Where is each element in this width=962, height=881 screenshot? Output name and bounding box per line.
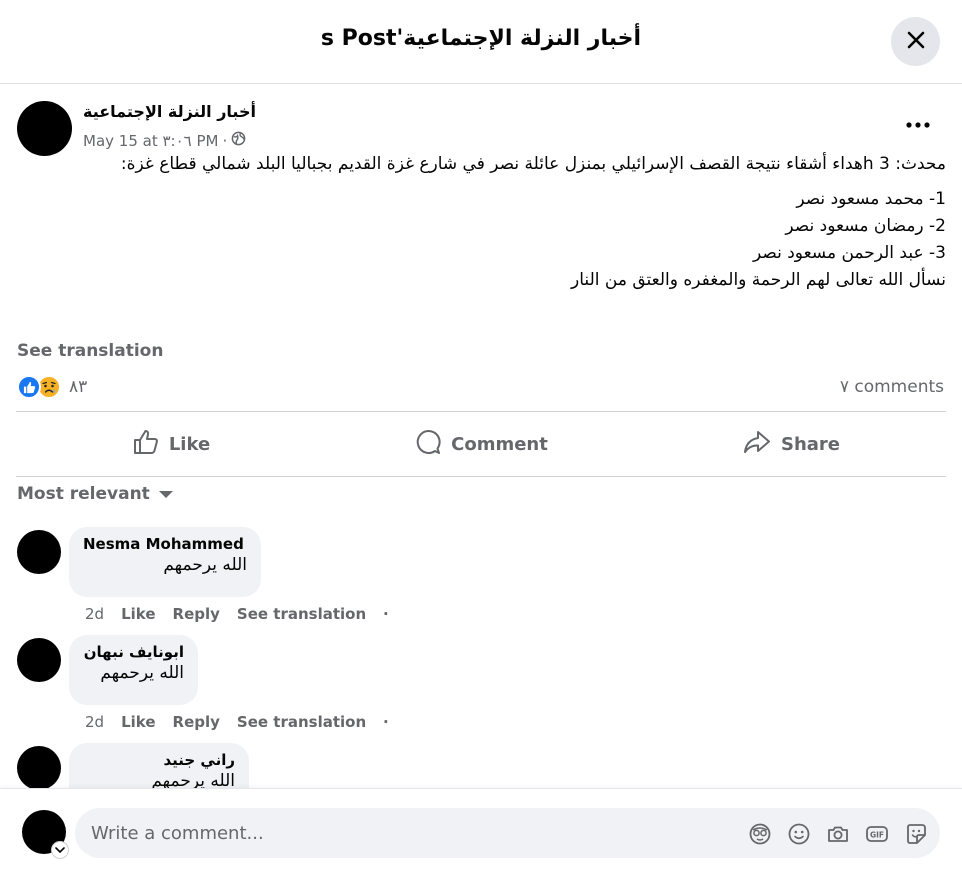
- see-translation-link[interactable]: See translation: [17, 341, 163, 361]
- avatar-sticker-icon[interactable]: [748, 822, 772, 846]
- comment-button[interactable]: Comment: [326, 413, 636, 475]
- gif-icon[interactable]: GIF: [865, 822, 889, 846]
- commenter-avatar[interactable]: [17, 638, 61, 682]
- dialog-header: أخبار النزلة الإجتماعية's Post: [0, 0, 962, 84]
- post-paragraph: محدث: 3 hهداء أشقاء نتيجة القصف الإسرائي…: [120, 154, 946, 174]
- divider: [16, 411, 946, 412]
- share-arrow-icon: [742, 428, 772, 461]
- commenter-name[interactable]: Nesma Mohammed: [83, 535, 247, 553]
- comment-reply-button[interactable]: Reply: [173, 605, 220, 623]
- like-button[interactable]: Like: [16, 413, 326, 475]
- caret-down-icon: [158, 484, 173, 504]
- comment-like-button[interactable]: Like: [121, 713, 155, 731]
- comment-bubble: Nesma Mohammed الله يرحمهم: [69, 527, 261, 597]
- like-reaction-icon: [17, 375, 41, 399]
- comment-time[interactable]: 2d: [85, 605, 104, 623]
- like-label: Like: [168, 433, 211, 455]
- more-options-button[interactable]: [905, 114, 937, 134]
- share-button[interactable]: Share: [636, 413, 946, 475]
- globe-icon: [231, 131, 246, 150]
- camera-icon[interactable]: [826, 822, 850, 846]
- share-label: Share: [780, 433, 840, 455]
- divider: [16, 476, 946, 477]
- comments-count-link[interactable]: ٧ comments: [840, 377, 944, 397]
- post-meta: May 15 at ٣:٠٦ PM ·: [83, 131, 246, 150]
- commenter-name[interactable]: ابونايف نبهان: [83, 643, 184, 661]
- commenter-avatar[interactable]: [17, 530, 61, 574]
- reactions-summary[interactable]: ٨٣: [17, 375, 87, 399]
- speech-bubble-icon: [414, 428, 442, 461]
- post-actions: Like Comment Share: [16, 413, 946, 475]
- comment-more-dot[interactable]: ·: [383, 605, 389, 623]
- comment-like-button[interactable]: Like: [121, 605, 155, 623]
- post-body: محدث: 3 hهداء أشقاء نتيجة القصف الإسرائي…: [16, 151, 946, 294]
- comment-translate-link[interactable]: See translation: [237, 605, 366, 623]
- commenter-avatar[interactable]: [17, 746, 61, 790]
- commenter-name[interactable]: راني جنيد: [83, 751, 235, 769]
- post-date[interactable]: May 15 at ٣:٠٦ PM: [83, 132, 218, 150]
- emoji-icon[interactable]: [787, 822, 811, 846]
- post-author-avatar[interactable]: [17, 101, 72, 156]
- comment-sort-dropdown[interactable]: Most relevant: [17, 484, 173, 504]
- comment-composer: GIF: [0, 788, 962, 881]
- composer-tools: GIF: [748, 822, 928, 846]
- comment-translate-link[interactable]: See translation: [237, 713, 366, 731]
- post-list-item: 2- رمضان مسعود نصر: [785, 216, 946, 236]
- close-button[interactable]: [891, 17, 940, 66]
- sticker-icon[interactable]: [904, 822, 928, 846]
- comment-reply-button[interactable]: Reply: [173, 713, 220, 731]
- close-icon: [905, 29, 927, 55]
- comment-actions: 2d Like Reply See translation ·: [85, 713, 389, 731]
- sort-label: Most relevant: [17, 484, 150, 504]
- post-paragraph: نسأل الله تعالى لهم الرحمة والمغفره والع…: [571, 270, 946, 290]
- comment-actions: 2d Like Reply See translation ·: [85, 605, 389, 623]
- comment-label: Comment: [451, 433, 548, 455]
- post-author-name[interactable]: أخبار النزلة الإجتماعية: [83, 102, 256, 121]
- comment-text: الله يرحمهم: [163, 555, 247, 575]
- thumbs-up-icon: [132, 428, 160, 461]
- chevron-down-icon[interactable]: [51, 841, 69, 859]
- comment-bubble: ابونايف نبهان الله يرحمهم: [69, 635, 198, 705]
- svg-text:GIF: GIF: [870, 831, 884, 840]
- comment-more-dot[interactable]: ·: [383, 713, 389, 731]
- dialog-title: أخبار النزلة الإجتماعية's Post: [320, 26, 642, 51]
- more-dots-icon: [905, 114, 931, 133]
- post-list-item: 1- محمد مسعود نصر: [796, 189, 946, 209]
- reactions-count: ٨٣: [69, 377, 88, 397]
- post-list-item: 3- عبد الرحمن مسعود نصر: [752, 243, 946, 263]
- comment-text: الله يرحمهم: [100, 663, 184, 683]
- comment-time[interactable]: 2d: [85, 713, 104, 731]
- meta-separator: ·: [222, 131, 228, 150]
